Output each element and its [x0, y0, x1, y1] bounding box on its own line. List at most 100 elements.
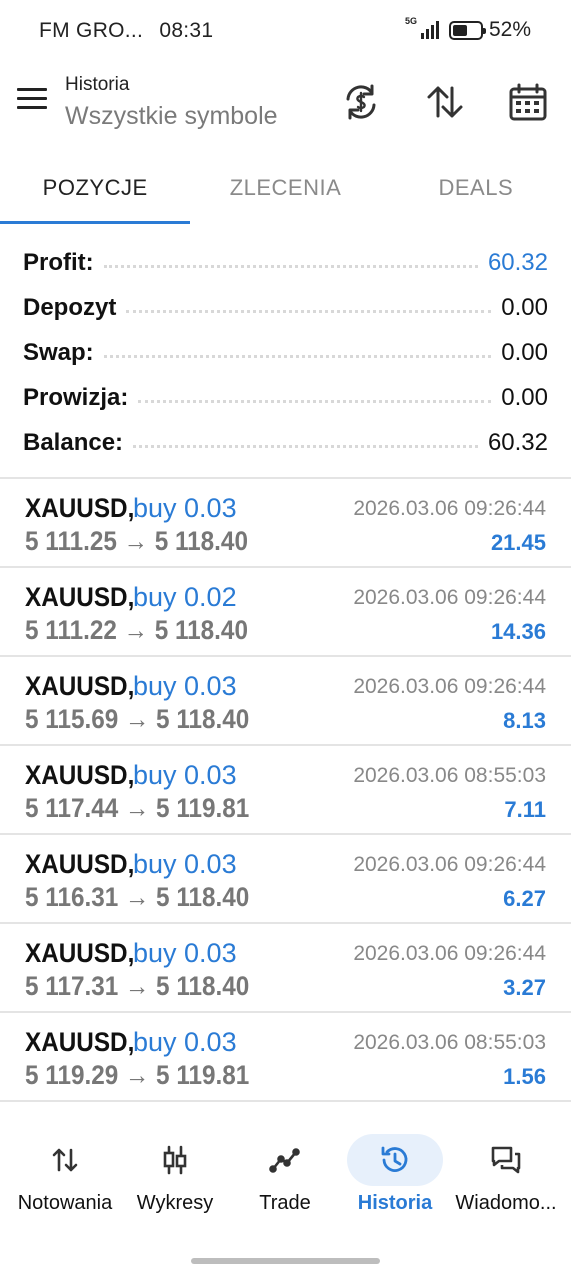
summary-row-swap: Swap: 0.00 [0, 330, 571, 375]
position-profit: 3.27 [503, 975, 546, 1000]
position-prices: 5 119.29 → 5 119.81 [25, 1060, 250, 1090]
position-row[interactable]: XAUUSD, buy 0.03 5 111.25 → 5 118.40 202… [0, 479, 571, 568]
carrier-name: FM GRO... [39, 19, 144, 42]
nav-wykresy[interactable]: Wykresy [118, 1128, 232, 1228]
summary-value: 0.00 [501, 293, 548, 321]
position-side: buy 0.03 [133, 1027, 237, 1057]
network-type: 5G [404, 16, 417, 26]
position-time: 2026.03.06 09:26:44 [353, 497, 546, 520]
summary-panel: Profit: 60.32 Depozyt 0.00 Swap: 0.00 Pr… [0, 240, 571, 465]
dot-leader [103, 265, 478, 268]
app-bar: Historia Wszystkie symbole [0, 64, 571, 152]
position-time: 2026.03.06 09:26:44 [353, 675, 546, 698]
nav-label: Historia [357, 1192, 433, 1214]
position-time: 2026.03.06 09:26:44 [353, 586, 546, 609]
position-prices: 5 117.31 → 5 118.40 [25, 971, 250, 1001]
nav-wiadomosci[interactable]: Wiadomo... [449, 1128, 563, 1228]
dot-leader [133, 445, 478, 448]
dot-leader [138, 400, 492, 403]
summary-value: 60.32 [487, 248, 548, 276]
summary-label: Depozyt [23, 293, 117, 321]
trade-icon [237, 1134, 333, 1186]
position-profit: 8.13 [503, 708, 546, 733]
position-profit: 7.11 [504, 797, 546, 822]
position-row[interactable]: XAUUSD, buy 0.03 5 117.44 → 5 119.81 202… [0, 746, 571, 835]
tab-pozycje[interactable]: POZYCJE [0, 152, 191, 224]
symbol-filter[interactable]: Wszystkie symbole [65, 102, 278, 131]
summary-label: Prowizja: [23, 383, 129, 411]
quotes-icon [17, 1134, 113, 1186]
title-block: Historia Wszystkie symbole [65, 74, 278, 131]
home-indicator[interactable] [191, 1258, 380, 1264]
position-row[interactable]: XAUUSD, buy 0.03 5 115.69 → 5 118.40 202… [0, 657, 571, 746]
position-profit: 14.36 [490, 619, 546, 644]
summary-value: 0.00 [501, 383, 548, 411]
position-prices: 5 117.44 → 5 119.81 [25, 793, 250, 823]
status-bar-left: FM GRO... 08:31 [39, 19, 213, 43]
position-side: buy 0.03 [133, 849, 237, 879]
position-symbol: XAUUSD, [25, 760, 135, 790]
position-profit: 21.45 [490, 530, 546, 555]
battery-percent: 52% [488, 18, 531, 41]
nav-notowania[interactable]: Notowania [8, 1128, 122, 1228]
status-bar-right: 5G 52% [404, 16, 531, 42]
summary-row-depozyt: Depozyt 0.00 [0, 285, 571, 330]
position-side: buy 0.03 [133, 938, 237, 968]
page-title: Historia [65, 74, 130, 95]
bottom-navigation: Notowania Wykresy Trade Historia Wiadomo… [0, 1128, 571, 1228]
signal-icon: 5G [404, 16, 439, 41]
battery-icon [448, 20, 486, 40]
position-profit: 1.56 [503, 1064, 546, 1089]
nav-label: Wiadomo... [455, 1192, 557, 1214]
summary-row-profit: Profit: 60.32 [0, 240, 571, 285]
position-prices: 5 116.31 → 5 118.40 [25, 882, 250, 912]
position-prices: 5 115.69 → 5 118.40 [25, 704, 250, 734]
nav-trade[interactable]: Trade [228, 1128, 342, 1228]
history-icon [347, 1134, 443, 1186]
position-time: 2026.03.06 09:26:44 [353, 853, 546, 876]
clock: 08:31 [159, 19, 214, 42]
position-time: 2026.03.06 09:26:44 [353, 942, 546, 965]
dot-leader [103, 355, 492, 358]
position-prices: 5 111.25 → 5 118.40 [25, 526, 248, 556]
dot-leader [126, 310, 492, 313]
nav-historia[interactable]: Historia [338, 1128, 452, 1228]
status-bar: FM GRO... 08:31 5G 52% [0, 0, 571, 64]
position-row[interactable]: XAUUSD, buy 0.02 5 111.22 → 5 118.40 202… [0, 568, 571, 657]
position-profit: 6.27 [503, 886, 546, 911]
position-time: 2026.03.06 08:55:03 [353, 1031, 546, 1054]
position-row[interactable]: XAUUSD, buy 0.03 5 116.31 → 5 118.40 202… [0, 835, 571, 924]
messages-icon [458, 1134, 554, 1186]
summary-label: Balance: [23, 428, 124, 456]
position-side: buy 0.02 [133, 582, 237, 612]
position-side: buy 0.03 [133, 671, 237, 701]
position-symbol: XAUUSD, [25, 671, 135, 701]
tab-deals[interactable]: DEALS [381, 152, 571, 224]
nav-label: Notowania [17, 1192, 113, 1214]
position-prices: 5 111.22 → 5 118.40 [25, 615, 248, 645]
position-side: buy 0.03 [133, 760, 237, 790]
summary-label: Profit: [23, 248, 94, 276]
sort-icon[interactable] [425, 82, 465, 122]
tab-bar: POZYCJE ZLECENIA DEALS [0, 152, 571, 224]
position-symbol: XAUUSD, [25, 849, 135, 879]
calendar-icon[interactable] [508, 82, 548, 122]
position-symbol: XAUUSD, [25, 938, 135, 968]
summary-row-balance: Balance: 60.32 [0, 420, 571, 465]
position-row[interactable]: XAUUSD, buy 0.03 5 117.31 → 5 118.40 202… [0, 924, 571, 1013]
nav-label: Wykresy [136, 1192, 214, 1214]
chart-icon [127, 1134, 223, 1186]
battery-fill [452, 24, 467, 36]
positions-list: XAUUSD, buy 0.03 5 111.25 → 5 118.40 202… [0, 479, 571, 1102]
summary-row-prowizja: Prowizja: 0.00 [0, 375, 571, 420]
position-row[interactable]: XAUUSD, buy 0.03 5 119.29 → 5 119.81 202… [0, 1013, 571, 1102]
menu-icon[interactable] [17, 88, 47, 112]
tab-zlecenia[interactable]: ZLECENIA [190, 152, 380, 224]
position-symbol: XAUUSD, [25, 1027, 135, 1057]
position-symbol: XAUUSD, [25, 493, 135, 523]
position-time: 2026.03.06 08:55:03 [353, 764, 546, 787]
position-symbol: XAUUSD, [25, 582, 135, 612]
nav-label: Trade [259, 1192, 311, 1214]
summary-value: 0.00 [501, 338, 548, 366]
currency-exchange-icon[interactable] [341, 82, 381, 122]
